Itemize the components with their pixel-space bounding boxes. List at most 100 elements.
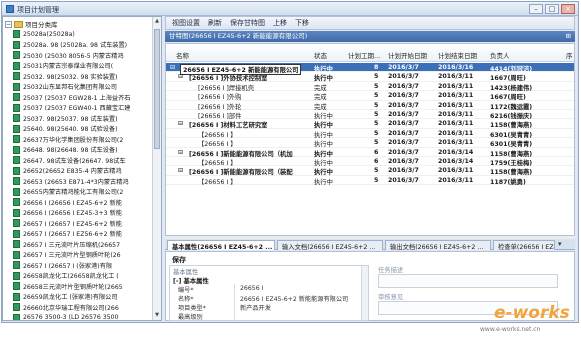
tree-item-label: 26658凯龙化工(26658凯龙化工 ( — [23, 273, 119, 281]
tree-item-label: 25640. 98(25640. 98 试验设备) — [23, 126, 118, 134]
toolbar: 视图设置 刷新 保存甘特图 上移 下移 — [165, 16, 575, 30]
props-category[interactable]: [-] 基本属性 — [173, 276, 209, 285]
table-row[interactable]: 【26656 I 】执行中 5 2016/3/7 2016/3/11 6301(吴青青) — [166, 138, 574, 148]
tab-basic-props[interactable]: 基本属性(26656 I EZ45-6+2 ... — [167, 240, 275, 250]
project-file-icon — [13, 61, 20, 70]
tree-item[interactable]: 26658凯龙化工(26658凯龙化工 ( — [3, 271, 153, 282]
tree-item-label: 26657 I (26657 I EZ56-6+2 新能 — [23, 231, 122, 239]
table-row[interactable]: [26656 I ]外轮 完成 5 2016/3/7 2016/3/11 1172(魏运霞… — [166, 101, 574, 111]
tree-item[interactable]: 26655内蒙古精鸿能化工有限公司(2 — [3, 187, 153, 198]
table-row[interactable]: ⊟ 26656 I EZ45-6+2 新能能源有限公司 执行中 8 2016/3/7 20… — [166, 63, 574, 75]
tab-output-docs[interactable]: 输出文档(26656 I EZ45-6+2 ... — [385, 240, 491, 250]
tree-item-label: 26576 3500-3 (LD 26576 3500 — [23, 314, 119, 321]
scroll-up-icon[interactable]: ▲ — [153, 17, 161, 26]
gantt-grid[interactable]: 名称 状态 计划工期... 计划开始日期 计划结束日期 负责人 序 ⊟ 26656… — [165, 43, 575, 236]
move-up-button[interactable]: 上移 — [273, 18, 287, 28]
tree-item[interactable]: 26656 I (26656 I EZ45-3+3 新能 — [3, 208, 153, 219]
tree-item[interactable]: 26657 I 三元流叶片压缩机(26657 — [3, 239, 153, 250]
row-plan-end: 2016/3/14 — [438, 158, 474, 165]
tree-item[interactable]: 26658三元流叶片型钢质叶轮(2665 — [3, 281, 153, 292]
expand-icon[interactable]: ⊟ — [178, 149, 183, 156]
row-duration: 6 — [374, 158, 379, 165]
tree-item[interactable]: 26576 3500-3 (LD 26576 3500 — [3, 313, 153, 321]
tree-root[interactable]: − 项目分类库 — [5, 19, 58, 29]
table-row[interactable]: ⊟ [26656 I ]外协技术控制室 执行中 5 2016/3/7 2016/3/11 1… — [166, 72, 574, 82]
scroll-thumb[interactable] — [154, 29, 160, 149]
col-owner[interactable]: 负责人 — [490, 50, 510, 60]
props-scrollbar[interactable] — [361, 266, 368, 320]
tree-item-label: 26657 I (26657 I (张家港)有限 — [23, 262, 113, 270]
tree-item[interactable]: 26657 I (26657 I (张家港)有限 — [3, 260, 153, 271]
tree-item[interactable]: 26657 I 三元流叶片型钢质叶轮(26 — [3, 250, 153, 261]
tree-item[interactable]: 26648. 98(26648. 98 试车设备) — [3, 145, 153, 156]
col-duration[interactable]: 计划工期... — [348, 50, 380, 60]
tree-item-label: 26655内蒙古精鸿能化工有限公司(2 — [23, 189, 124, 197]
col-plan-end[interactable]: 计划结束日期 — [438, 50, 477, 60]
tree-item[interactable]: 26657 I (26657 I EZ45-6+2 新能 — [3, 218, 153, 229]
prop-value-type[interactable]: 新产品开发 — [240, 303, 271, 312]
tab-nav-icon[interactable]: ▾ — [558, 240, 562, 248]
tree-scrollbar[interactable]: ▲ ▼ — [152, 17, 161, 320]
tree-item[interactable]: 25037 (25037 EGW40-1 西藏宝汇建 — [3, 103, 153, 114]
save-button[interactable]: 保存 — [172, 255, 186, 265]
tree-item[interactable]: 25030 (25030 8056-5 内蒙古精鸿 — [3, 50, 153, 61]
view-settings-button[interactable]: 视图设置 — [172, 18, 200, 28]
tab-input-docs[interactable]: 输入文档(26656 I EZ45-6+2 ... — [277, 240, 383, 250]
tree-item[interactable]: 25028a. 98 (25028a. 98 试车装置) — [3, 40, 153, 51]
tree-item[interactable]: 26656 I (26656 I EZ45-6+2 新能 — [3, 197, 153, 208]
tree-item[interactable]: 26653 (26653 E871-4*3内蒙古精鸿 — [3, 176, 153, 187]
col-name[interactable]: 名称 — [176, 50, 189, 60]
close-button[interactable]: × — [561, 4, 575, 14]
tree-item[interactable]: 25031内蒙古宗泰煤业有限公司( — [3, 61, 153, 72]
gantt-header-title: 甘特图(26656 I EZ45-6+2 新能能源有限公司) — [169, 32, 308, 40]
tree-item-label: 25032山东显邦石化集团有限公司 — [23, 84, 117, 92]
table-row[interactable]: [26656 I ]部件 执行中 5 2016/3/7 2016/3/11 6216(钱振… — [166, 110, 574, 120]
prop-value-code[interactable]: 26656 I — [240, 285, 263, 292]
tree-item[interactable]: 26657 I (26657 I EZ56-6+2 新能 — [3, 229, 153, 240]
table-row[interactable]: 【26656 I 】执行中 6 2016/3/7 2016/3/14 1759(王桂梅) — [166, 157, 574, 167]
tree-item-label: 26653 (26653 E871-4*3内蒙古精鸿 — [23, 178, 129, 186]
tree-item[interactable]: 26647. 98试车设备(26647. 98试车 — [3, 155, 153, 166]
col-plan-start[interactable]: 计划开始日期 — [388, 50, 427, 60]
tree-item-label: 26657 I 三元流叶片型钢质叶轮(26 — [23, 252, 121, 260]
expand-icon[interactable]: ⊟ — [178, 73, 183, 80]
table-row[interactable]: ⊟ [26656 I ]新能能源有限公司（装配 执行中 5 2016/3/7 2016/3… — [166, 166, 574, 176]
move-down-button[interactable]: 下移 — [295, 18, 309, 28]
table-row[interactable]: [26656 I ]焊接机壳 完成 5 2016/3/7 2016/3/11 1423(杨… — [166, 82, 574, 92]
tree-item[interactable]: 25032山东显邦石化集团有限公司 — [3, 82, 153, 93]
tree-item[interactable]: 26652(26652 E835-4 内蒙古精鸿 — [3, 166, 153, 177]
property-grid[interactable]: 基本属性 [-] 基本属性 编号* 26656 I 名称* 26656 I EZ… — [169, 265, 369, 322]
task-desc-field[interactable] — [378, 274, 558, 288]
save-gantt-button[interactable]: 保存甘特图 — [230, 18, 265, 28]
tree-item[interactable]: 25037. 98(25037. 98 试车装置) — [3, 113, 153, 124]
tree-item[interactable]: 25032. 98(25032. 98 实验装置) — [3, 71, 153, 82]
table-row[interactable]: 【26656 I 】 执行中 5 2016/3/7 2016/3/11 1187(姚勇) — [166, 176, 574, 186]
expand-icon[interactable]: ⊟ — [178, 167, 183, 174]
collapse-icon[interactable]: − — [5, 20, 12, 28]
scroll-down-icon[interactable]: ▼ — [153, 311, 161, 320]
tree-item[interactable]: 26637万华化学集团股份有限公司(2 — [3, 134, 153, 145]
expand-icon[interactable]: ⊟ — [170, 64, 175, 71]
tree-item[interactable]: 25640. 98(25640. 98 试验设备) — [3, 124, 153, 135]
pin-icon[interactable]: ⊞ — [566, 31, 571, 42]
table-row[interactable]: ⊟ [26656 I ]新能能源有限公司（机加 执行中 6 2016/3/7 2016/3… — [166, 148, 574, 158]
minimize-button[interactable]: – — [529, 4, 543, 14]
table-row[interactable]: ⊟ [26656 I ]材料工艺研究室 执行中 5 2016/3/7 2016/3/11 1… — [166, 119, 574, 129]
expand-icon[interactable]: ⊟ — [178, 120, 183, 127]
table-row[interactable]: [26656 I ]外购 完成 5 2016/3/7 2016/3/11 1667(周旺) — [166, 91, 574, 101]
tree-item[interactable]: 25028a(25028a) — [3, 29, 153, 40]
tree-item[interactable]: 26659凯龙化工 (张家港)有限公司 — [3, 292, 153, 303]
project-tree[interactable]: − 项目分类库 25028a(25028a) 25028a. 98 (25028a… — [2, 16, 162, 321]
tree-item-label: 26659凯龙化工 (张家港)有限公司 — [23, 294, 118, 302]
tab-checklist[interactable]: 检查单(26656 I EZ45-6+2 ... — [493, 240, 555, 250]
refresh-button[interactable]: 刷新 — [208, 18, 222, 28]
tree-item[interactable]: 25037 (25037 EGW28-1 上海益齐石 — [3, 92, 153, 103]
table-row[interactable]: 【26656 I 】执行中 5 2016/3/7 2016/3/11 6301(吴青青) — [166, 129, 574, 139]
project-file-icon — [13, 240, 20, 249]
maximize-button[interactable]: □ — [545, 4, 559, 14]
col-seq[interactable]: 序 — [566, 50, 573, 60]
col-status[interactable]: 状态 — [314, 50, 327, 60]
tree-item[interactable]: 26660北京华瑞工程有限公司(266 — [3, 302, 153, 313]
tree-root-label: 项目分类库 — [25, 21, 58, 29]
prop-value-name[interactable]: 26656 I EZ45-6+2 新能能源有限公司 — [240, 294, 348, 303]
